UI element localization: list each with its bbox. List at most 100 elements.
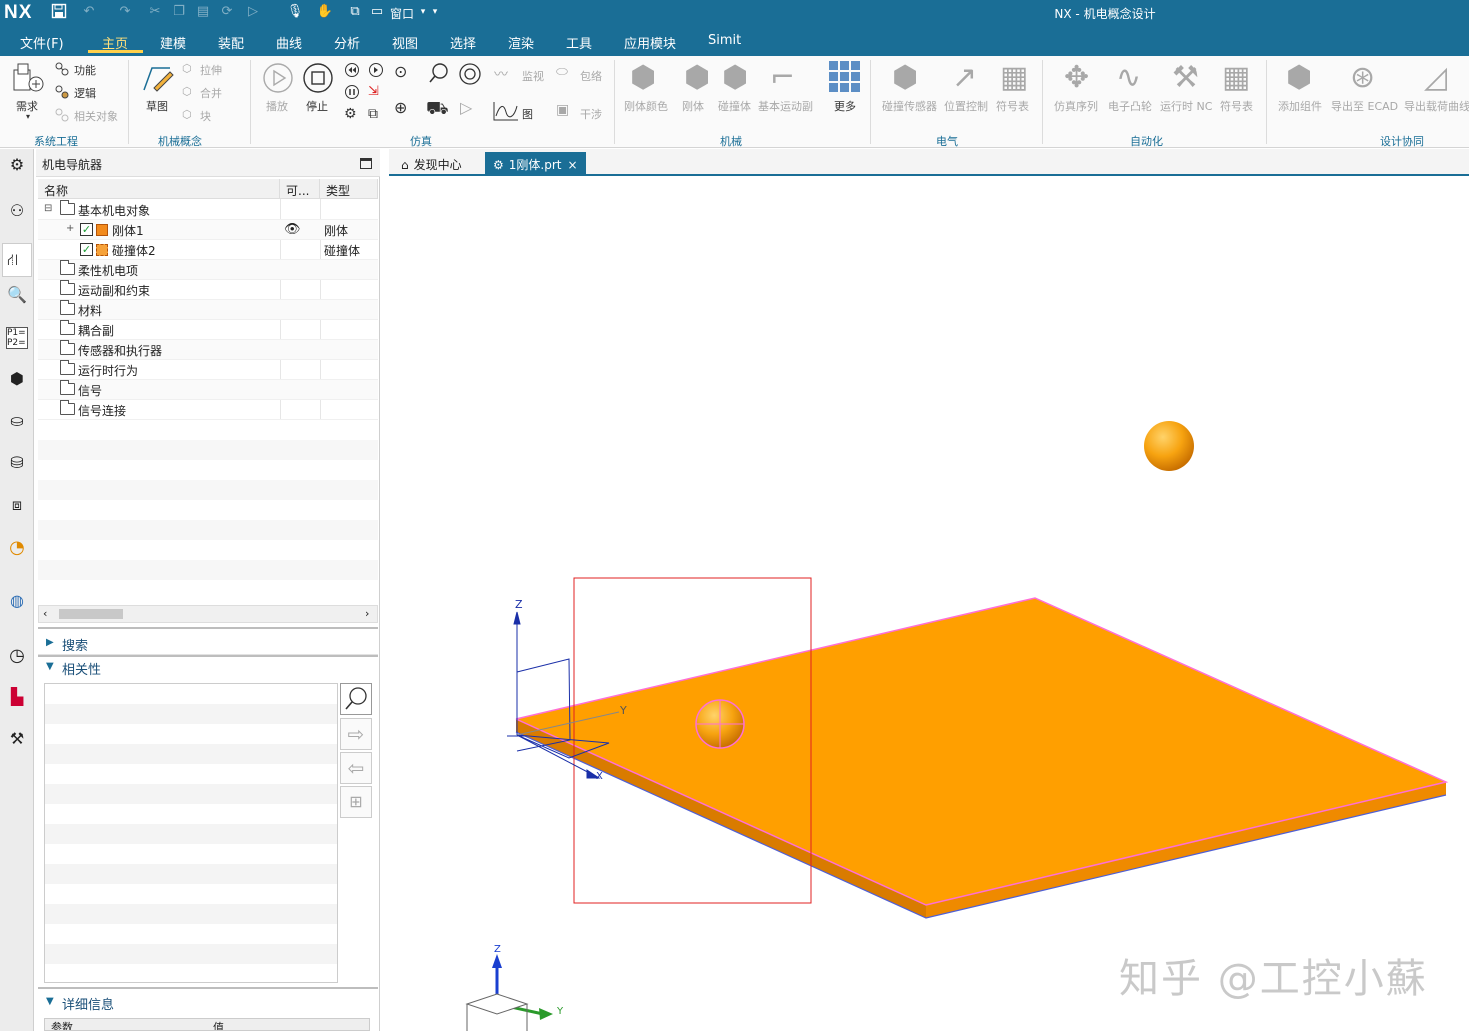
sheet-metal-icon[interactable]: ⛀ [6,411,28,433]
rewind-icon[interactable] [344,62,360,78]
position-control-button[interactable]: 位置控制 [944,98,988,114]
microphone-icon[interactable]: 🎙 [286,3,304,21]
graph-button[interactable]: 图 [522,106,533,122]
monitor-button[interactable]: 监视 [522,68,544,84]
envelope-button[interactable]: 包络 [580,68,602,84]
rigid-body-button[interactable]: 刚体 [682,98,704,114]
copy-icon[interactable]: ❐ [170,3,188,21]
extrude-button[interactable]: 拉伸 [200,62,222,78]
symbol-table-button-2[interactable]: 符号表 [1220,98,1253,114]
touch-mode-icon[interactable]: ✋ [316,3,334,21]
plate-rigid-body[interactable] [515,597,1449,919]
envelope-icon[interactable]: ⬭ [556,64,568,80]
play-button[interactable]: 播放 [266,98,288,114]
sphere-rigid-body[interactable] [1144,421,1194,471]
sketch-icon[interactable] [140,60,176,96]
block-icon[interactable]: ⬡ [182,108,192,121]
search-icon[interactable] [428,62,450,84]
menu-modeling[interactable]: 建模 [160,33,186,52]
extrude-icon[interactable]: ⬡ [182,62,192,75]
menu-file[interactable]: 文件(F) [20,33,64,52]
tree-row[interactable]: ⊟ 基本机电对象 [38,200,378,220]
window-menu[interactable]: 窗口 [390,5,414,22]
play-command-icon[interactable]: ▷ [244,3,262,21]
runtime-nc-icon[interactable]: ⚒ [1172,60,1199,95]
graphics-window[interactable]: Z Y X Z Y 知乎 @工控小蘇 [389,178,1469,1031]
column-name[interactable]: 名称 [38,179,280,199]
play-icon[interactable] [262,62,294,94]
logic-button[interactable]: 逻辑 [74,85,96,101]
menu-curve[interactable]: 曲线 [276,33,302,52]
visibility-checkbox[interactable]: ✓ [80,243,93,256]
collision-body-icon[interactable]: ⬢ [722,60,748,95]
tree-row[interactable]: 信号 [38,380,378,400]
menu-simit[interactable]: Simit [708,33,741,48]
menu-render[interactable]: 渲染 [508,33,534,52]
horizontal-scrollbar[interactable]: ‹ › [38,605,378,623]
parameters-icon[interactable]: P1= P2= [6,327,28,349]
visibility-checkbox[interactable]: ✓ [80,223,93,236]
block-button[interactable]: 块 [200,108,211,124]
sketch-button[interactable]: 草图 [146,98,168,114]
export-load-curve-button[interactable]: 导出载荷曲线 [1404,98,1469,114]
collision-sensor-button[interactable]: 碰撞传感器 [882,98,937,114]
scene-canvas[interactable]: Z Y X Z Y [389,178,1469,1031]
logic-icon[interactable] [54,84,70,100]
collision-body-button[interactable]: 碰撞体 [718,98,751,114]
tree-row[interactable]: ✓ 碰撞体2 碰撞体 [38,240,378,260]
forward-icon[interactable] [368,62,384,78]
sim-sequence-button[interactable]: 仿真序列 [1054,98,1098,114]
arrow-left-icon[interactable]: ⇦ [340,752,372,784]
e-cam-button[interactable]: 电子凸轮 [1108,98,1152,114]
more-grid-icon[interactable] [828,60,862,94]
position-control-icon[interactable]: ↗ [952,60,977,95]
symbol-table-icon[interactable]: ▦ [1222,60,1250,95]
scroll-left-icon[interactable]: ‹ [43,607,47,620]
details-section[interactable]: ▼ 详细信息 [38,992,378,1014]
web-browser-icon[interactable]: ◍ [6,591,28,613]
repeat-command-icon[interactable]: ⟳ [218,3,236,21]
unite-icon[interactable]: ⬡ [182,85,192,98]
menu-analysis[interactable]: 分析 [334,33,360,52]
menu-view[interactable]: 视图 [392,33,418,52]
tree-row[interactable]: 信号连接 [38,400,378,420]
paste-icon[interactable]: ▤ [194,3,212,21]
collapse-icon[interactable]: ⊟ [44,203,52,214]
panel-splitter[interactable] [38,987,378,989]
interference-icon[interactable]: ▣ [556,102,569,118]
more-button[interactable]: 更多 [834,98,856,114]
snapshot-icon[interactable]: ⚙ [344,106,357,122]
symbol-table-icon[interactable]: ▦ [1000,60,1028,95]
window-icon[interactable]: ▭ [368,3,386,21]
rigid-body-icon[interactable]: ⬢ [684,60,710,95]
assembly-navigator-icon[interactable]: ⚇ [6,201,28,223]
menu-assembly[interactable]: 装配 [218,33,244,52]
sequence-editor-icon[interactable]: ⧈ [6,495,28,517]
related-objects-icon[interactable] [54,107,70,123]
camera-icon[interactable]: ⛟ [426,98,449,122]
search-section[interactable]: ▶ 搜索 [38,633,378,655]
tab-part-file[interactable]: ⚙ 1刚体.prt × [485,152,586,176]
e-cam-icon[interactable]: ∿ [1116,60,1141,95]
target-icon[interactable] [458,62,482,86]
requirements-icon[interactable] [10,60,46,96]
switch-window-icon[interactable]: ⧉ [346,3,364,21]
monitor-icon[interactable]: 〰 [494,64,508,84]
arrow-right-icon[interactable]: ⇨ [340,718,372,750]
settings-gear-icon[interactable]: ⚙ [6,155,28,177]
unite-button[interactable]: 合并 [200,85,222,101]
maximize-icon[interactable] [360,158,372,169]
tab-discovery-center[interactable]: ⌂ 发现中心 [393,152,470,176]
basic-joint-button[interactable]: 基本运动副 [758,98,813,114]
relevance-section[interactable]: ▼ 相关性 [38,657,378,679]
export-ecad-button[interactable]: 导出至 ECAD [1331,98,1398,114]
add-component-icon[interactable]: ⬢ [1286,60,1312,95]
mechatronics-navigator-icon[interactable]: ⛙ [2,243,32,277]
tools-icon[interactable]: ⚒ [6,729,28,751]
menu-tools[interactable]: 工具 [566,33,592,52]
column-visible[interactable]: 可... [280,179,320,199]
graph-icon[interactable] [492,100,520,122]
menu-applications[interactable]: 应用模块 [624,33,676,52]
function-button[interactable]: 功能 [74,62,96,78]
export-load-curve-icon[interactable]: ◿ [1424,60,1447,95]
